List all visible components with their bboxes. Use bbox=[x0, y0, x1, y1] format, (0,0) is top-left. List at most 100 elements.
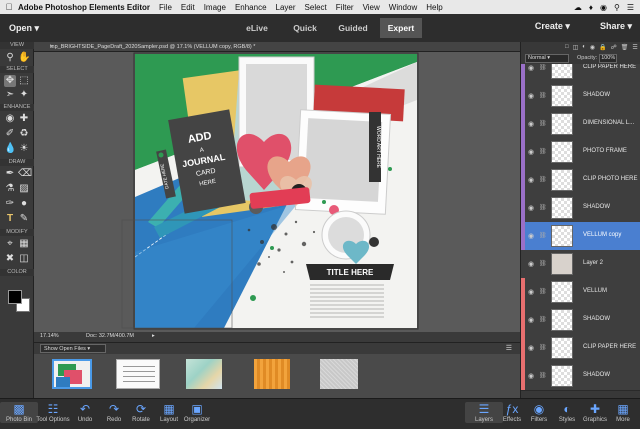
zoom-tool-icon[interactable]: ⚲ bbox=[4, 52, 16, 64]
menu-filter[interactable]: Filter bbox=[336, 3, 354, 12]
visibility-eye-icon[interactable]: ◉ bbox=[528, 148, 534, 156]
layer-row[interactable]: ◉ ⛓ CLIP PHOTO HERE bbox=[521, 166, 640, 195]
layer-row[interactable]: ◉ ⛓ CLIP PAPER HERE bbox=[521, 334, 640, 363]
layer-row[interactable]: ◉ ⛓ PHOTO FRAME bbox=[521, 138, 640, 167]
menu-layer[interactable]: Layer bbox=[276, 3, 296, 12]
show-open-files-dropdown[interactable]: Show Open Files ▾ bbox=[40, 344, 106, 353]
marquee-tool-icon[interactable]: ⬚ bbox=[18, 75, 30, 87]
layer-link-icon[interactable]: ⛓ bbox=[539, 344, 547, 351]
eraser-tool-icon[interactable]: ⌫ bbox=[18, 168, 32, 180]
recompose-tool-icon[interactable]: ▦ bbox=[18, 238, 30, 250]
visibility-eye-icon[interactable]: ◉ bbox=[528, 92, 534, 100]
menu-view[interactable]: View bbox=[363, 3, 380, 12]
menu-list-icon[interactable]: ☰ bbox=[627, 3, 634, 12]
layer-thumbnail[interactable] bbox=[551, 197, 573, 219]
visibility-eye-icon[interactable]: ◉ bbox=[528, 372, 534, 380]
delete-layer-icon[interactable]: 🗑 bbox=[621, 44, 629, 51]
layer-link-icon[interactable]: ⛓ bbox=[539, 372, 547, 379]
layer-link-icon[interactable]: ⛓ bbox=[539, 120, 547, 127]
mode-elive[interactable]: eLive bbox=[236, 18, 278, 38]
brush-tool-icon[interactable]: ✒ bbox=[4, 168, 16, 180]
blur-tool-icon[interactable]: 💧 bbox=[4, 143, 16, 155]
blend-mode-select[interactable]: Normal ▾ bbox=[525, 53, 569, 63]
layer-link-icon[interactable]: ⛓ bbox=[539, 288, 547, 295]
menu-select[interactable]: Select bbox=[305, 3, 327, 12]
layer-thumbnail[interactable] bbox=[551, 225, 573, 247]
layer-thumbnail[interactable] bbox=[551, 113, 573, 135]
hand-tool-icon[interactable]: ✋ bbox=[18, 52, 30, 64]
canvas-artwork[interactable]: ADD A JOURNAL CARD HERE WORD ART HERE DA… bbox=[34, 52, 520, 332]
layer-row[interactable]: ◉ ⛓ DIMENSIONAL L... bbox=[521, 110, 640, 139]
menu-file[interactable]: File bbox=[159, 3, 172, 12]
layer-thumbnail[interactable] bbox=[551, 253, 573, 275]
adjustment-layer-icon[interactable]: ◐ bbox=[582, 44, 586, 50]
visibility-eye-icon[interactable]: ◉ bbox=[528, 120, 534, 128]
mode-guided[interactable]: Guided bbox=[332, 18, 374, 38]
straighten-tool-icon[interactable]: ◫ bbox=[18, 253, 30, 265]
menu-enhance[interactable]: Enhance bbox=[235, 3, 267, 12]
layer-thumbnail[interactable] bbox=[551, 141, 573, 163]
layer-row[interactable]: ◉ ⛓ Layer 2 bbox=[521, 250, 640, 279]
organizer-button[interactable]: ▣ Organizer bbox=[178, 402, 216, 423]
clone-stamp-icon[interactable]: ♻ bbox=[18, 128, 30, 140]
layer-link-icon[interactable]: ⛓ bbox=[539, 176, 547, 183]
smart-brush-icon[interactable]: ✐ bbox=[4, 128, 16, 140]
new-layer-icon[interactable]: □ bbox=[565, 44, 569, 50]
layer-link-icon[interactable]: ⛓ bbox=[539, 204, 547, 211]
layer-thumbnail[interactable] bbox=[551, 337, 573, 359]
menu-window[interactable]: Window bbox=[389, 3, 417, 12]
layer-thumbnail[interactable] bbox=[551, 365, 573, 387]
dropbox-icon[interactable]: ♦ bbox=[589, 3, 593, 12]
shape-tool-icon[interactable]: ● bbox=[18, 198, 30, 210]
menu-help[interactable]: Help bbox=[426, 3, 442, 12]
layer-row[interactable]: ◉ ⛓ SHADOW bbox=[521, 362, 640, 391]
thumbnail-journal-paper[interactable] bbox=[116, 359, 160, 389]
apple-icon[interactable]:  bbox=[0, 2, 18, 12]
share-button[interactable]: Share ▾ bbox=[600, 21, 632, 32]
content-move-icon[interactable]: ✖ bbox=[4, 253, 16, 265]
visibility-eye-icon[interactable]: ◉ bbox=[528, 204, 534, 212]
search-icon[interactable]: ⚲ bbox=[614, 3, 620, 12]
gradient-tool-icon[interactable]: ▨ bbox=[18, 183, 30, 195]
opacity-input[interactable]: 100% bbox=[599, 53, 618, 63]
eyedropper-icon[interactable]: ✑ bbox=[4, 198, 16, 210]
bin-menu-icon[interactable]: ☰ bbox=[506, 344, 512, 352]
thumbnail-gray-texture[interactable] bbox=[320, 359, 358, 389]
thumbnail-wood-paper[interactable] bbox=[254, 359, 290, 389]
eye-tool-icon[interactable]: ◉ bbox=[4, 113, 16, 125]
mode-expert[interactable]: Expert bbox=[380, 18, 422, 38]
layer-link-icon[interactable]: ⛓ bbox=[539, 260, 547, 267]
type-tool-icon[interactable]: T bbox=[4, 213, 16, 225]
layer-thumbnail[interactable] bbox=[551, 169, 573, 191]
visibility-eye-icon[interactable]: ◉ bbox=[528, 260, 534, 268]
crop-tool-icon[interactable]: ⌖ bbox=[4, 238, 16, 250]
magic-wand-tool-icon[interactable]: ✦ bbox=[18, 89, 30, 101]
panel-menu-icon[interactable]: ☰ bbox=[632, 44, 637, 51]
mask-icon[interactable]: ◉ bbox=[590, 44, 595, 51]
layer-row[interactable]: ◉ ⛓ SHADOW bbox=[521, 82, 640, 111]
layer-thumbnail[interactable] bbox=[551, 85, 573, 107]
menu-edit[interactable]: Edit bbox=[181, 3, 195, 12]
layer-thumbnail[interactable] bbox=[551, 309, 573, 331]
layer-row[interactable]: ◉ ⛓ VELLUM copy bbox=[521, 222, 640, 251]
zoom-level[interactable]: 17.14% bbox=[40, 333, 59, 339]
open-button[interactable]: Open ▾ bbox=[9, 23, 39, 34]
more-button[interactable]: ▦ More bbox=[604, 402, 640, 423]
layer-row[interactable]: ◉ ⛓ CLIP PAPER HERE bbox=[521, 64, 640, 83]
layer-row[interactable]: ◉ ⛓ SHADOW bbox=[521, 306, 640, 335]
layer-link-icon[interactable]: ⛓ bbox=[539, 316, 547, 323]
layer-thumbnail[interactable] bbox=[551, 281, 573, 303]
create-button[interactable]: Create ▾ bbox=[535, 21, 570, 32]
visibility-eye-icon[interactable]: ◉ bbox=[528, 288, 534, 296]
visibility-eye-icon[interactable]: ◉ bbox=[528, 344, 534, 352]
layer-thumbnail[interactable] bbox=[551, 64, 573, 79]
visibility-eye-icon[interactable]: ◉ bbox=[528, 232, 534, 240]
layer-link-icon[interactable]: ⛓ bbox=[539, 232, 547, 239]
link-icon[interactable]: ☍ bbox=[611, 44, 617, 51]
cloud-icon[interactable]: ☁ bbox=[574, 3, 582, 12]
paint-bucket-icon[interactable]: ⚗ bbox=[4, 183, 16, 195]
thumbnail-layout[interactable] bbox=[52, 359, 92, 389]
layer-link-icon[interactable]: ⛓ bbox=[539, 148, 547, 155]
wifi-icon[interactable]: ◉ bbox=[600, 3, 607, 12]
lasso-tool-icon[interactable]: ➣ bbox=[4, 89, 16, 101]
